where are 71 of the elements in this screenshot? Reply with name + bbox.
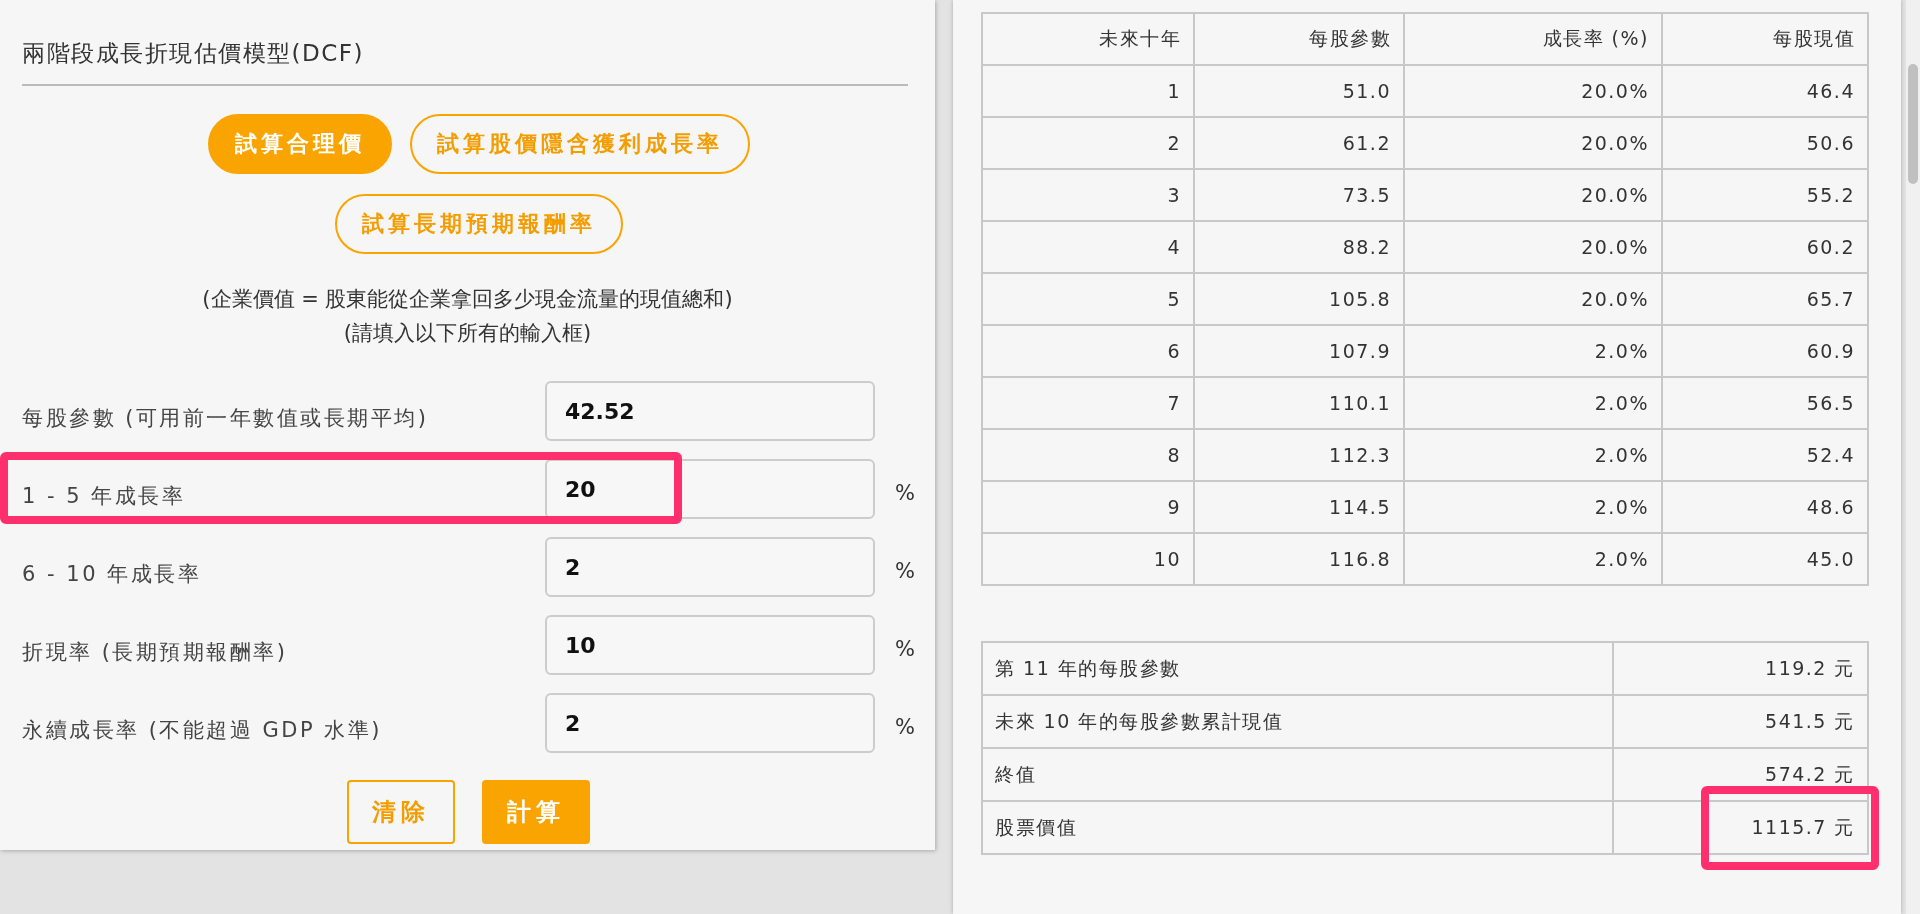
table-cell: 第 11 年的每股參數 bbox=[982, 642, 1613, 695]
table-cell: 61.2 bbox=[1194, 117, 1404, 169]
table-cell: 45.0 bbox=[1662, 533, 1868, 585]
table-cell: 10 bbox=[982, 533, 1194, 585]
table-cell: 6 bbox=[982, 325, 1194, 377]
column-header: 每股現值 bbox=[1662, 13, 1868, 65]
table-cell: 2.0% bbox=[1404, 325, 1662, 377]
table-cell: 107.9 bbox=[1194, 325, 1404, 377]
table-cell: 股票價值 bbox=[982, 801, 1613, 854]
scrollbar[interactable] bbox=[1906, 0, 1920, 914]
table-cell: 60.2 bbox=[1662, 221, 1868, 273]
unit-label: % bbox=[895, 715, 915, 739]
note-text: (企業價值 = 股東能從企業拿回多少現金流量的現值總和) bbox=[201, 286, 734, 313]
table-cell: 112.3 bbox=[1194, 429, 1404, 481]
field-label: 永續成長率 (不能超過 GDP 水準) bbox=[22, 717, 384, 744]
table-cell: 20.0% bbox=[1404, 117, 1662, 169]
table-cell: 9 bbox=[982, 481, 1194, 533]
note-text: (請填入以下所有的輸入框) bbox=[342, 320, 593, 347]
table-cell: 2.0% bbox=[1404, 481, 1662, 533]
table-cell: 20.0% bbox=[1404, 221, 1662, 273]
table-cell: 574.2 元 bbox=[1765, 762, 1855, 785]
table-cell: 88.2 bbox=[1194, 221, 1404, 273]
unit-label: % bbox=[895, 559, 915, 583]
column-header: 成長率 (%) bbox=[1404, 13, 1662, 65]
field-label: 6 - 10 年成長率 bbox=[22, 561, 203, 588]
table-cell: 60.9 bbox=[1662, 325, 1868, 377]
table-cell: 116.8 bbox=[1194, 533, 1404, 585]
table-cell: 未來 10 年的每股參數累計現值 bbox=[982, 695, 1613, 748]
table-cell: 5 bbox=[982, 273, 1194, 325]
table-cell: 2.0% bbox=[1404, 533, 1662, 585]
table-cell: 2 bbox=[982, 117, 1194, 169]
table-cell: 56.5 bbox=[1662, 377, 1868, 429]
table-cell: 105.8 bbox=[1194, 273, 1404, 325]
table-cell: 51.0 bbox=[1194, 65, 1404, 117]
table-cell: 7 bbox=[982, 377, 1194, 429]
table-cell: 50.6 bbox=[1662, 117, 1868, 169]
input-field[interactable]: 2 bbox=[545, 693, 875, 753]
column-header: 未來十年 bbox=[982, 13, 1194, 65]
input-field[interactable]: 2 bbox=[545, 537, 875, 597]
table-cell: 46.4 bbox=[1662, 65, 1868, 117]
table-cell: 110.1 bbox=[1194, 377, 1404, 429]
unit-label: % bbox=[895, 637, 915, 661]
table-cell: 20.0% bbox=[1404, 169, 1662, 221]
table-cell: 終值 bbox=[982, 748, 1613, 801]
table-cell: 8 bbox=[982, 429, 1194, 481]
input-field[interactable]: 10 bbox=[545, 615, 875, 675]
table-cell: 73.5 bbox=[1194, 169, 1404, 221]
table-cell: 4 bbox=[982, 221, 1194, 273]
table-cell: 20.0% bbox=[1404, 273, 1662, 325]
column-header: 每股參數 bbox=[1194, 13, 1404, 65]
table-cell: 65.7 bbox=[1662, 273, 1868, 325]
field-label: 1 - 5 年成長率 bbox=[22, 483, 187, 510]
table-cell: 55.2 bbox=[1662, 169, 1868, 221]
table-cell: 2.0% bbox=[1404, 377, 1662, 429]
table-cell: 20.0% bbox=[1404, 65, 1662, 117]
field-label: 每股參數 (可用前一年數值或長期平均) bbox=[22, 405, 430, 432]
table-cell: 52.4 bbox=[1662, 429, 1868, 481]
panel-title: 兩階段成長折現估價模型(DCF) bbox=[22, 39, 365, 68]
input-field[interactable]: 20 bbox=[545, 459, 875, 519]
table-cell: 1 bbox=[982, 65, 1194, 117]
input-field[interactable]: 42.52 bbox=[545, 381, 875, 441]
unit-label: % bbox=[895, 481, 915, 505]
table-cell: 119.2 元 bbox=[1765, 656, 1855, 679]
table-cell: 1115.7 元 bbox=[1751, 815, 1855, 838]
table-cell: 114.5 bbox=[1194, 481, 1404, 533]
field-label: 折現率 (長期預期報酬率) bbox=[22, 639, 289, 666]
table-cell: 48.6 bbox=[1662, 481, 1868, 533]
table-cell: 541.5 元 bbox=[1765, 709, 1855, 732]
table-cell: 2.0% bbox=[1404, 429, 1662, 481]
scrollbar-thumb[interactable] bbox=[1908, 64, 1918, 184]
table-cell: 3 bbox=[982, 169, 1194, 221]
